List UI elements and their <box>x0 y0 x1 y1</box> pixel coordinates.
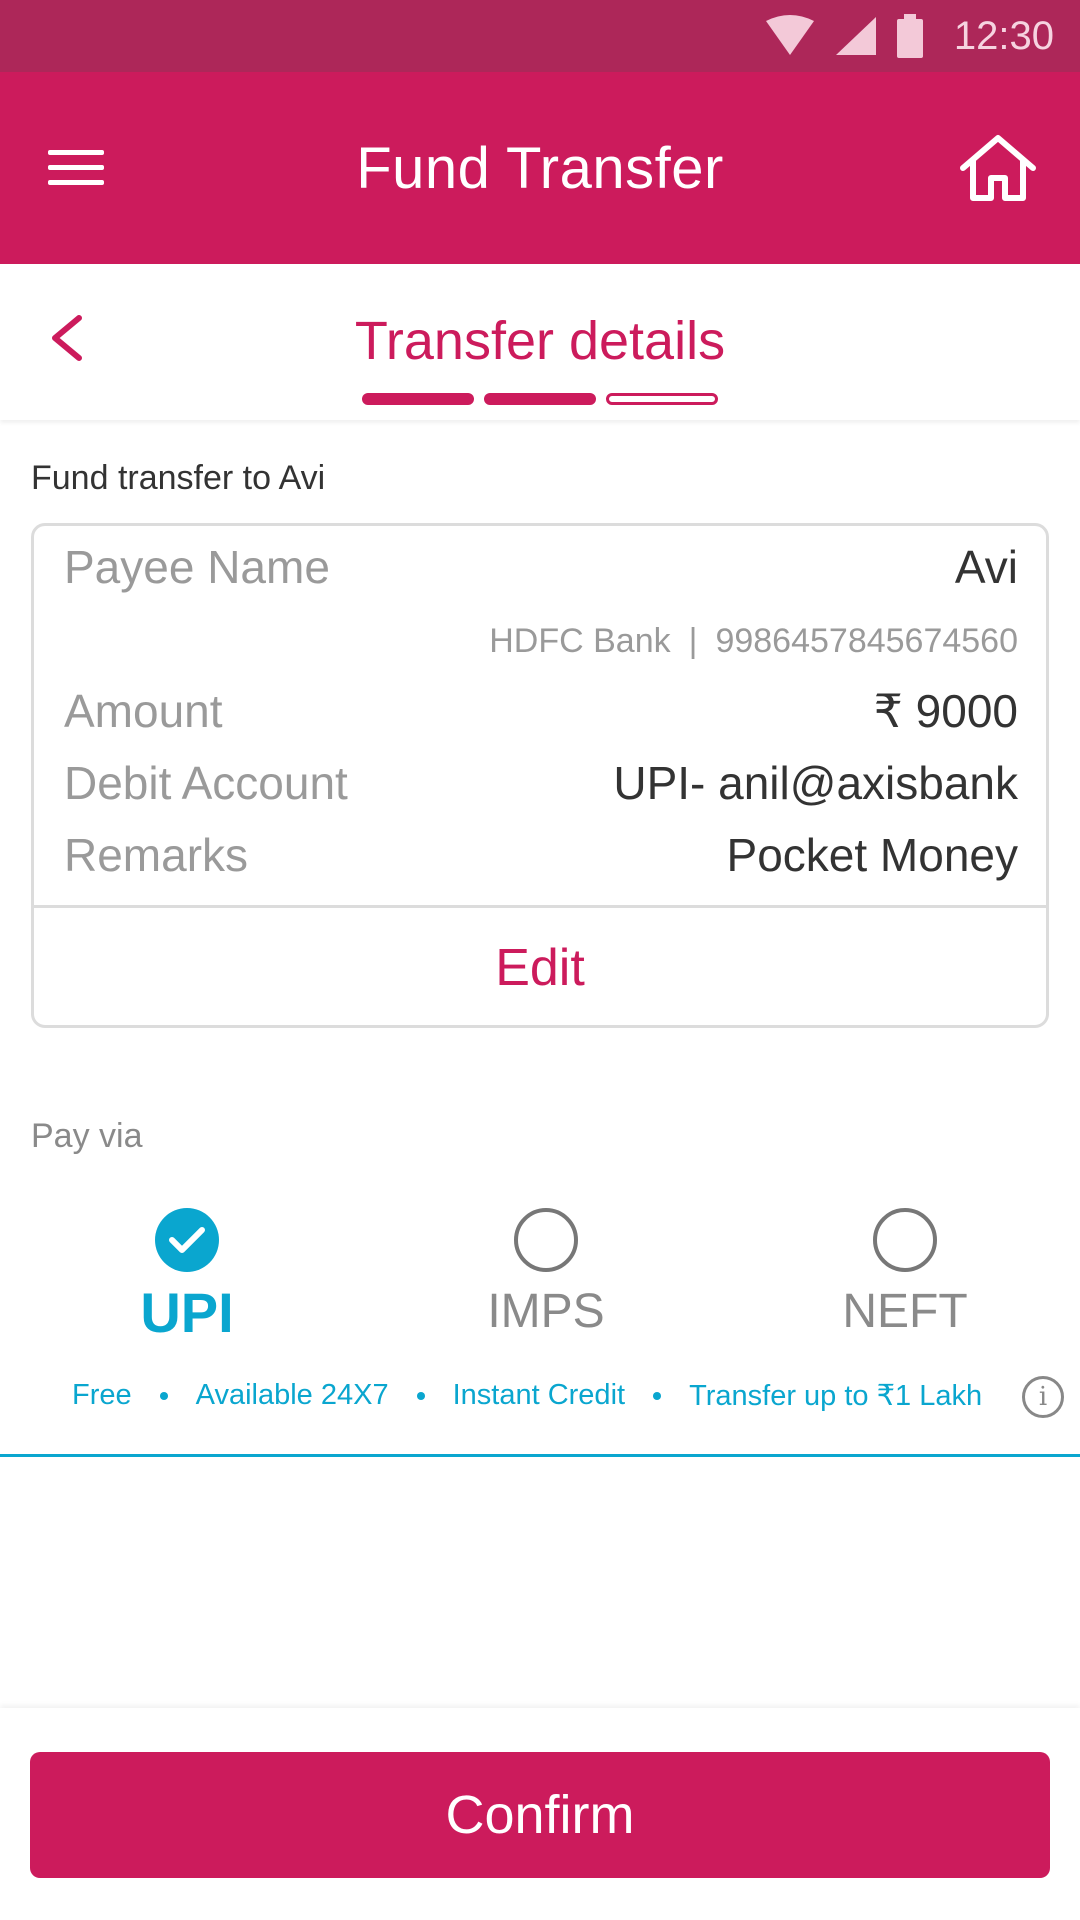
step-2-complete <box>484 393 596 405</box>
status-time: 12:30 <box>953 13 1054 58</box>
remarks-row: Remarks Pocket Money <box>64 828 1018 882</box>
selection-divider <box>0 1454 1080 1457</box>
feature-item: Instant Credit <box>452 1379 626 1411</box>
radio-unchecked[interactable] <box>873 1208 937 1272</box>
transfer-details-card: Payee Name Avi HDFC Bank | 9986457845674… <box>31 523 1049 1028</box>
edit-button[interactable]: Edit <box>34 908 1046 1028</box>
feature-item: Transfer up to ₹1 Lakh <box>689 1380 983 1412</box>
amount-label: Amount <box>64 685 223 737</box>
confirm-button[interactable]: Confirm <box>30 1752 1050 1878</box>
fund-transfer-screen: 12:30 Fund Transfer Transfer details Fun… <box>0 0 1080 1920</box>
wifi-icon <box>765 15 814 55</box>
remarks-value: Pocket Money <box>726 829 1018 881</box>
bank-name: HDFC Bank <box>489 622 671 660</box>
bullet-dot <box>653 1391 662 1400</box>
pay-via-label: Pay via <box>31 1117 143 1155</box>
pay-option-upi[interactable]: UPI <box>67 1208 307 1345</box>
debit-account-label: Debit Account <box>64 757 348 809</box>
bullet-dot <box>159 1391 168 1400</box>
step-progress-indicator <box>362 393 718 405</box>
option-label-imps: IMPS <box>487 1285 605 1338</box>
amount-value: ₹ 9000 <box>873 685 1018 737</box>
feature-item: Free <box>72 1379 132 1411</box>
hamburger-menu-icon <box>48 150 104 185</box>
debit-account-row: Debit Account UPI- anil@axisbank <box>64 756 1018 810</box>
info-icon[interactable]: i <box>1022 1376 1064 1418</box>
option-label-upi: UPI <box>140 1281 234 1344</box>
signal-icon <box>835 17 876 55</box>
checkmark-icon <box>169 1227 205 1253</box>
pay-option-neft[interactable]: NEFT <box>785 1208 1025 1339</box>
battery-icon <box>896 14 923 58</box>
home-icon <box>960 135 1036 201</box>
menu-button[interactable] <box>40 132 112 204</box>
remarks-label: Remarks <box>64 829 249 881</box>
bottom-action-bar: Confirm <box>0 1708 1080 1920</box>
step-3-pending <box>606 393 718 405</box>
radio-checked[interactable] <box>155 1208 219 1272</box>
home-button[interactable] <box>956 126 1040 210</box>
amount-row: Amount ₹ 9000 <box>64 684 1018 738</box>
payee-label: Payee Name <box>64 541 330 593</box>
transfer-to-label: Fund transfer to Avi <box>31 459 326 497</box>
bank-row: HDFC Bank | 9986457845674560 <box>64 622 1018 661</box>
pay-option-imps[interactable]: IMPS <box>426 1208 666 1339</box>
debit-account-value: UPI- anil@axisbank <box>613 757 1018 809</box>
feature-item: Available 24X7 <box>195 1379 389 1411</box>
payee-value: Avi <box>954 541 1018 593</box>
bank-separator: | <box>688 622 698 660</box>
page-title: Transfer details <box>354 311 726 371</box>
status-bar: 12:30 <box>0 0 1080 72</box>
option-label-neft: NEFT <box>842 1285 968 1338</box>
payee-row: Payee Name Avi <box>64 540 1018 594</box>
app-bar: Fund Transfer <box>0 72 1080 264</box>
step-1-complete <box>362 393 474 405</box>
account-number: 9986457845674560 <box>715 622 1018 660</box>
upi-features: Free Available 24X7 Instant Credit Trans… <box>72 1378 982 1413</box>
radio-unchecked[interactable] <box>514 1208 578 1272</box>
bullet-dot <box>416 1391 425 1400</box>
app-title: Fund Transfer <box>356 135 724 201</box>
